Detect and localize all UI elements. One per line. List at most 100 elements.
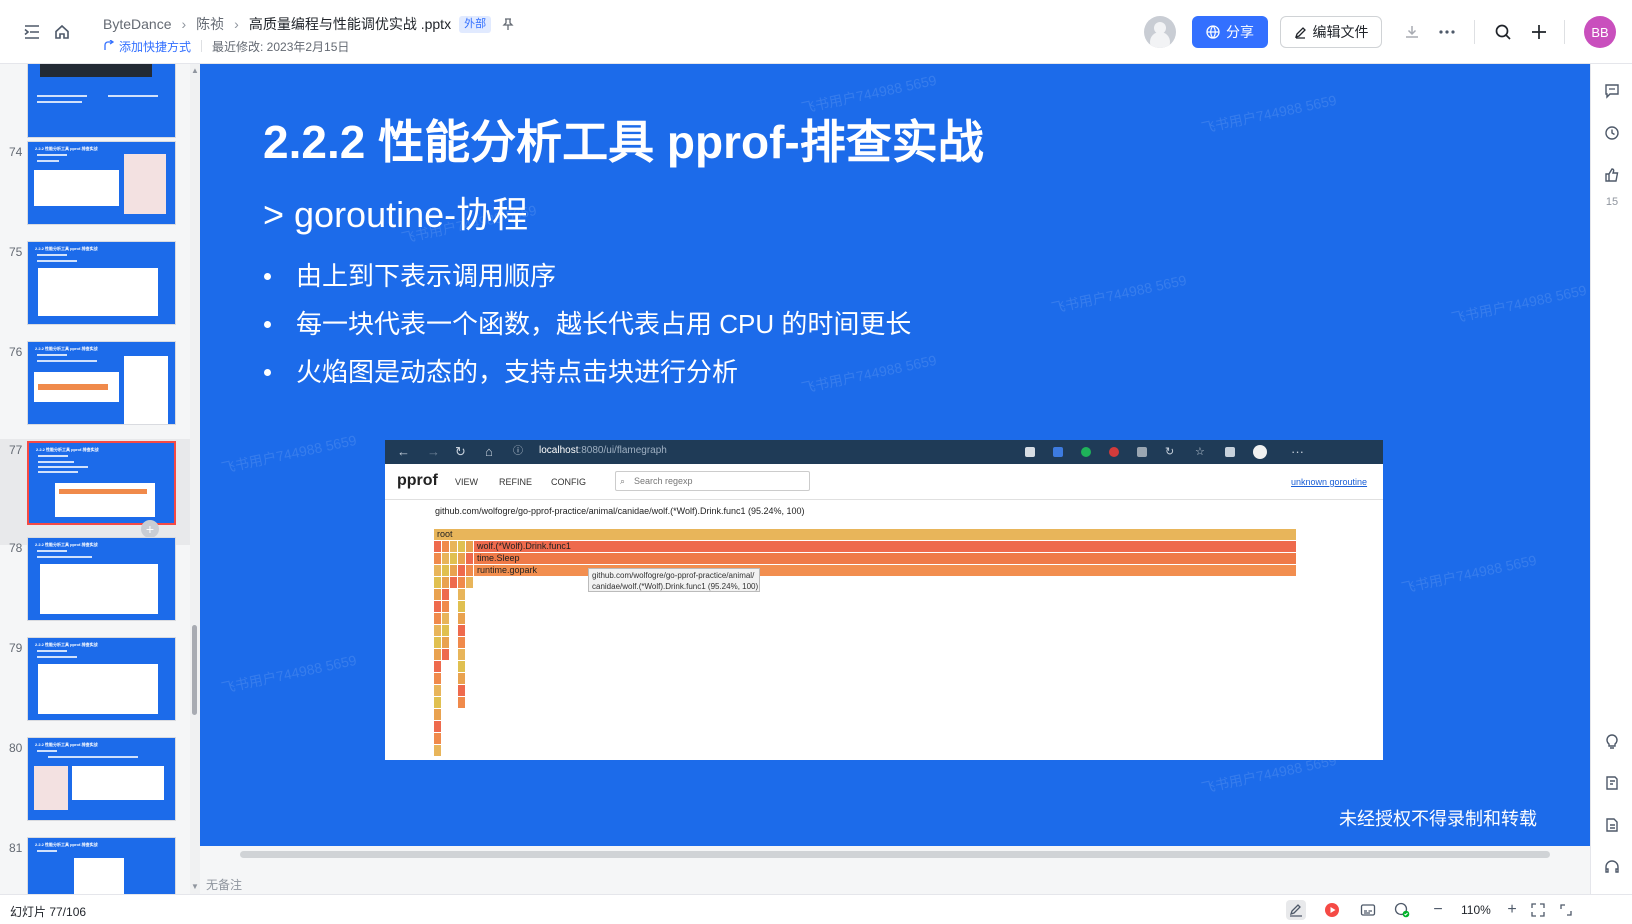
slide-number: 81 <box>9 841 23 855</box>
external-badge: 外部 <box>459 15 492 33</box>
thumbnail-preview: 2.2.2 性能分析工具 pprof-排查实战 <box>27 537 176 621</box>
annotate-icon[interactable] <box>1286 900 1306 920</box>
thumbnail-preview: 2.2.2 性能分析工具 pprof-排查实战 <box>27 837 176 894</box>
share-button[interactable]: 分享 <box>1192 16 1268 48</box>
watermark: 飞书用户744988 5659 <box>1399 551 1538 597</box>
thumbnail-preview <box>27 64 176 138</box>
pprof-logo: pprof <box>397 472 438 489</box>
status-bar: 幻灯片 77/106 − 110% + <box>0 894 1632 924</box>
network-status-icon[interactable] <box>1392 900 1412 920</box>
add-shortcut-link[interactable]: 添加快捷方式 <box>103 38 191 55</box>
bullet-list: 由上到下表示调用顺序 每一块代表一个函数，越长代表占用 CPU 的时间更长 火焰… <box>263 252 911 396</box>
info-icon: ⓘ <box>513 446 523 457</box>
plus-icon[interactable] <box>1527 20 1551 44</box>
pin-icon[interactable] <box>501 17 515 31</box>
slide-title: 2.2.2 性能分析工具 pprof-排查实战 <box>263 116 984 168</box>
flamegraph-frame <box>458 613 465 624</box>
scroll-up-icon[interactable]: ▲ <box>190 66 200 76</box>
copyright-notice: 未经授权不得录制和转载 <box>1339 809 1537 829</box>
flamegraph-frame <box>434 685 441 696</box>
flamegraph-frame <box>458 649 465 660</box>
slide-number: 76 <box>9 345 23 359</box>
zoom-out-icon[interactable]: − <box>1428 900 1448 920</box>
fit-screen-icon[interactable] <box>1528 900 1548 920</box>
right-toolbar: 15 <box>1590 64 1632 894</box>
slide-thumbnail[interactable]: 78 2.2.2 性能分析工具 pprof-排查实战 <box>0 537 190 637</box>
document-icon[interactable] <box>1601 814 1623 836</box>
slide-thumbnail[interactable]: 75 2.2.2 性能分析工具 pprof-排查实战 <box>0 241 190 341</box>
flamegraph-frame <box>434 709 441 720</box>
present-icon[interactable] <box>1322 900 1342 920</box>
flamegraph-frame <box>450 565 457 576</box>
thumbnail-title: 2.2.2 性能分析工具 pprof-排查实战 <box>35 642 98 647</box>
browser-url: localhost:8080/ui/flamegraph <box>539 445 667 456</box>
edit-file-label: 编辑文件 <box>1312 24 1369 40</box>
document-title[interactable]: 高质量编程与性能调优实战 .pptx <box>249 14 451 34</box>
extension-icon <box>1137 447 1147 457</box>
speaker-notes[interactable]: 无备注 <box>206 876 242 893</box>
slide-thumbnail[interactable]: 81 2.2.2 性能分析工具 pprof-排查实战 <box>0 837 190 894</box>
document-edit-icon[interactable] <box>1601 772 1623 794</box>
current-slide: 2.2.2 性能分析工具 pprof-排查实战 > goroutine-协程 由… <box>200 64 1590 846</box>
pprof-menu-view: VIEW <box>455 477 479 487</box>
fullscreen-icon[interactable] <box>1556 900 1576 920</box>
add-slide-button[interactable]: + <box>141 520 159 538</box>
download-icon[interactable] <box>1400 20 1424 44</box>
flamegraph-frame: root <box>434 529 1296 540</box>
user-avatar[interactable]: BB <box>1584 16 1616 48</box>
collaborator-avatar[interactable] <box>1144 16 1176 48</box>
thumbnail-preview: 2.2.2 性能分析工具 pprof-排查实战 <box>27 441 176 525</box>
like-icon[interactable] <box>1601 164 1623 186</box>
home-icon: ⌂ <box>485 444 493 459</box>
thumbnail-preview: 2.2.2 性能分析工具 pprof-排查实战 <box>27 141 176 225</box>
app-window: ByteDance › 陈祯 › 高质量编程与性能调优实战 .pptx 外部 添… <box>0 0 1632 924</box>
zoom-level[interactable]: 110% <box>1461 903 1491 917</box>
flamegraph-frame <box>458 589 465 600</box>
browser-toolbar: ← → ↻ ⌂ ⓘ localhost:8080/ui/flamegraph ↻… <box>385 440 1383 464</box>
flamegraph-frame <box>458 541 465 552</box>
flamegraph-frame <box>458 685 465 696</box>
breadcrumb-workspace[interactable]: ByteDance <box>103 16 171 32</box>
thumbnail-scroll-handle[interactable] <box>192 625 197 715</box>
slide-subtitle: > goroutine-协程 <box>263 194 529 235</box>
flamegraph-frame <box>458 577 465 588</box>
flamegraph-frame <box>434 721 441 732</box>
slide-thumbnail[interactable]: 80 2.2.2 性能分析工具 pprof-排查实战 <box>0 737 190 837</box>
slide-number: 75 <box>9 245 23 259</box>
slide-thumbnail[interactable]: 79 2.2.2 性能分析工具 pprof-排查实战 <box>0 637 190 737</box>
outline-toggle-icon[interactable] <box>20 20 44 44</box>
flamegraph-frame <box>458 565 465 576</box>
lightbulb-icon[interactable] <box>1601 730 1623 752</box>
extension-icon <box>1053 447 1063 457</box>
slide-thumbnail-current[interactable]: 77 2.2.2 性能分析工具 pprof-排查实战 + <box>0 439 190 545</box>
thumbnail-preview: 2.2.2 性能分析工具 pprof-排查实战 <box>27 637 176 721</box>
slide-thumbnail-panel[interactable]: 74 2.2.2 性能分析工具 pprof-排查实战 75 2.2.2 性能分析… <box>0 64 200 894</box>
slide-number: 79 <box>9 641 23 655</box>
thumbnail-scrollbar[interactable] <box>190 64 200 894</box>
edit-file-button[interactable]: 编辑文件 <box>1280 16 1382 48</box>
slide-thumbnail[interactable]: 76 2.2.2 性能分析工具 pprof-排查实战 <box>0 341 190 441</box>
search-icon: ⌕ <box>620 476 626 486</box>
pprof-toolbar: pprof VIEW REFINE CONFIG ⌕ Search regexp… <box>385 464 1383 500</box>
history-icon[interactable] <box>1601 122 1623 144</box>
slide-number: 80 <box>9 741 23 755</box>
home-icon[interactable] <box>50 20 74 44</box>
subtitles-icon[interactable] <box>1358 900 1378 920</box>
watermark: 飞书用户744988 5659 <box>1449 281 1588 327</box>
profile-icon <box>1253 445 1267 459</box>
more-icon[interactable] <box>1435 20 1459 44</box>
chevron-right-icon: › <box>234 16 239 32</box>
comment-icon[interactable] <box>1601 80 1623 102</box>
headset-icon[interactable] <box>1601 856 1623 878</box>
search-icon[interactable] <box>1491 20 1515 44</box>
thumbnail-title: 2.2.2 性能分析工具 pprof-排查实战 <box>35 742 98 747</box>
slide-number: 77 <box>9 443 23 457</box>
slide-thumbnail[interactable]: 74 2.2.2 性能分析工具 pprof-排查实战 <box>0 141 190 241</box>
zoom-in-icon[interactable]: + <box>1502 900 1522 920</box>
horizontal-scrollbar[interactable] <box>240 851 1550 858</box>
flamegraph-frame <box>442 553 449 564</box>
scroll-down-icon[interactable]: ▼ <box>190 882 200 892</box>
flamegraph-frame <box>450 553 457 564</box>
star-icon: ☆ <box>1195 446 1205 458</box>
breadcrumb-folder[interactable]: 陈祯 <box>196 14 224 34</box>
